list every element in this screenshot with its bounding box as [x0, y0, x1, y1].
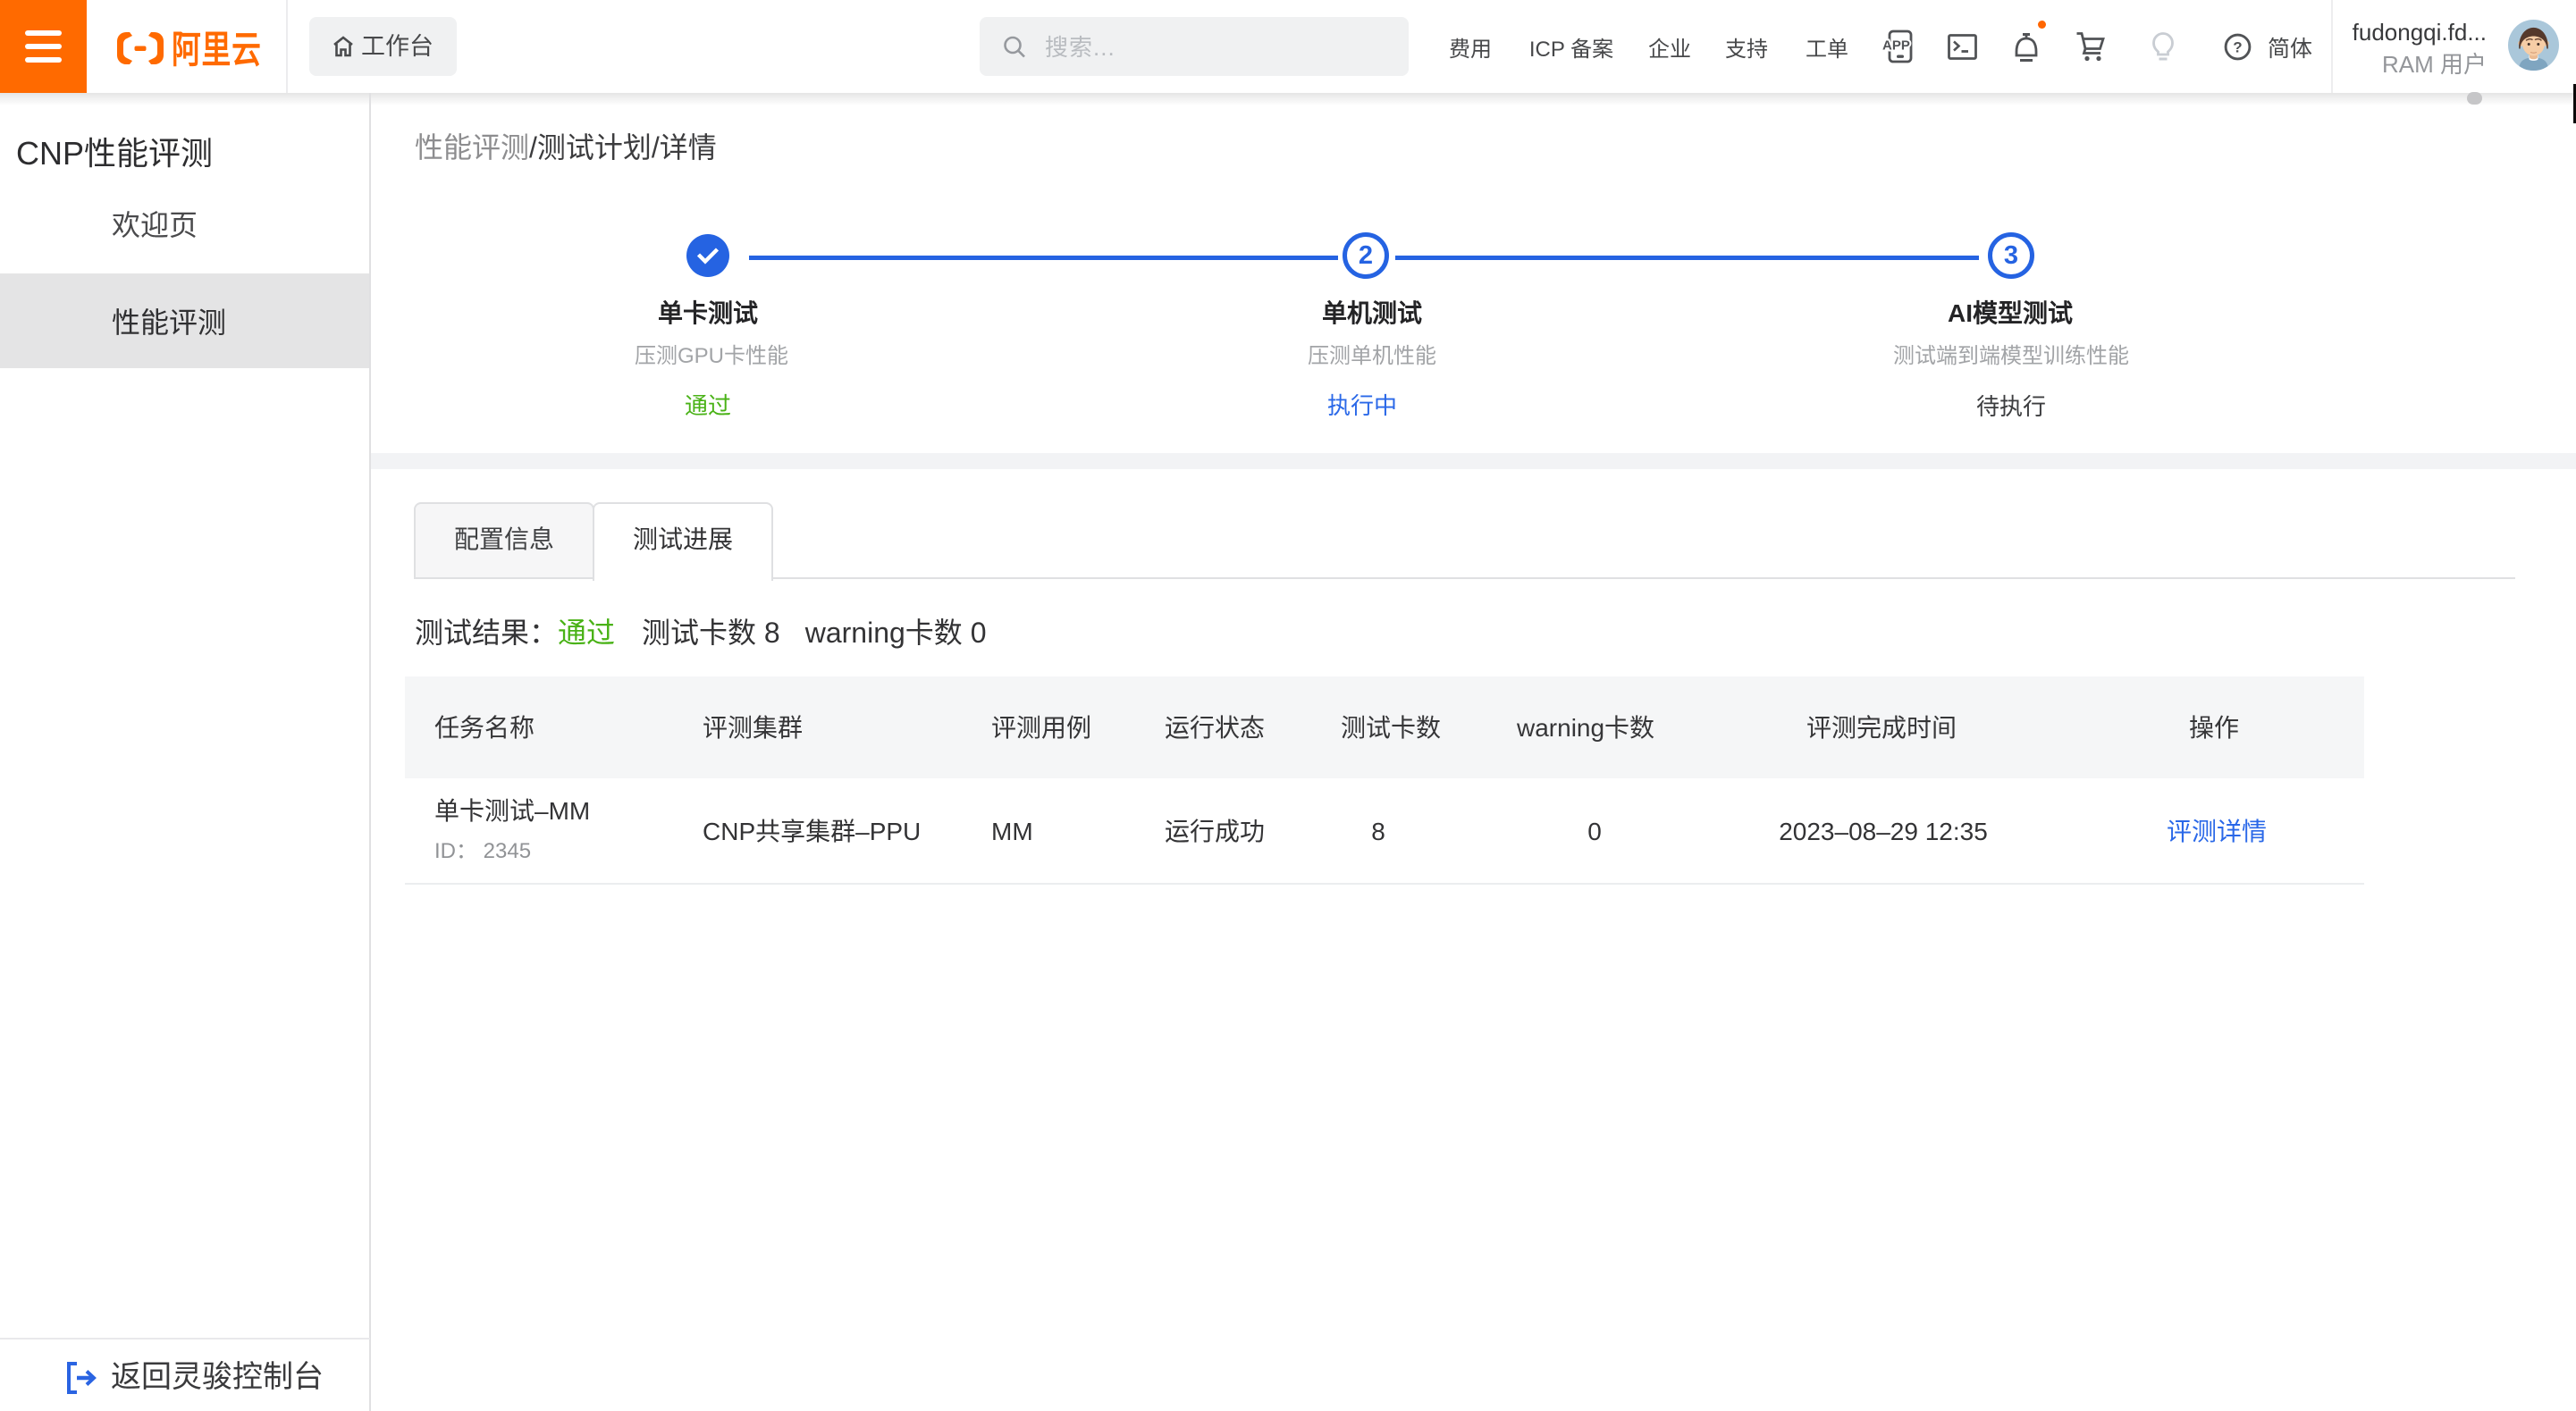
- svg-text:APP: APP: [1882, 38, 1910, 54]
- svg-text:?: ?: [2233, 39, 2242, 56]
